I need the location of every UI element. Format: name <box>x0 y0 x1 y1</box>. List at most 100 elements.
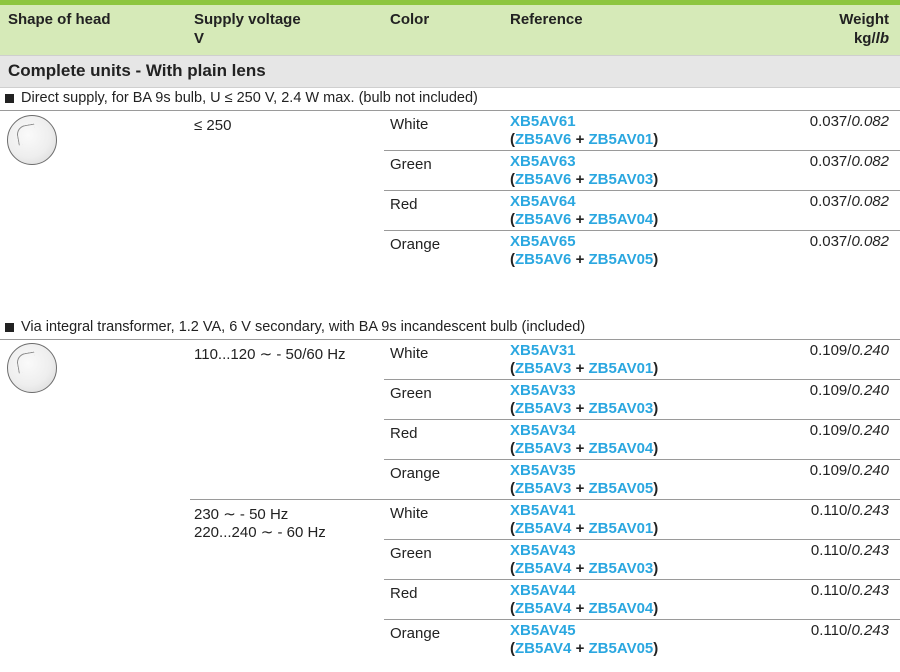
weight-cell: 0.109/0.240 <box>810 462 889 480</box>
weight-kg: 0.037/ <box>809 193 852 210</box>
reference-components: (ZB5AV3 + ZB5AV03) <box>510 400 658 418</box>
component-body-link[interactable]: ZB5AV03 <box>589 171 654 188</box>
plus-sign: + <box>571 560 589 577</box>
reference-link[interactable]: XB5AV61 <box>510 113 658 131</box>
component-body-link[interactable]: ZB5AV04 <box>589 211 654 228</box>
weight-lb: 0.240 <box>851 422 889 439</box>
weight-kg: 0.110/ <box>810 542 852 559</box>
lens-highlight <box>15 123 38 146</box>
paren-close: ) <box>653 360 659 377</box>
component-head-link[interactable]: ZB5AV4 <box>515 600 571 617</box>
reference-cell: XB5AV41 (ZB5AV4 + ZB5AV01) <box>510 502 658 538</box>
component-head-link[interactable]: ZB5AV6 <box>515 131 571 148</box>
header-weight-label: Weight <box>839 11 889 28</box>
color-cell: Green <box>390 545 432 562</box>
table-header: Shape of head Supply voltage V Color Ref… <box>0 5 900 57</box>
weight-lb: 0.240 <box>851 342 889 359</box>
component-head-link[interactable]: ZB5AV6 <box>515 251 571 268</box>
component-body-link[interactable]: ZB5AV01 <box>589 360 654 377</box>
color-cell: Red <box>390 425 418 442</box>
paren-close: ) <box>653 171 659 188</box>
color-cell: White <box>390 116 429 133</box>
component-body-link[interactable]: ZB5AV05 <box>589 640 654 657</box>
row-divider <box>384 419 900 420</box>
row-divider <box>384 230 900 231</box>
component-body-link[interactable]: ZB5AV04 <box>589 440 654 457</box>
component-body-link[interactable]: ZB5AV03 <box>589 400 654 417</box>
reference-link[interactable]: XB5AV31 <box>510 342 658 360</box>
reference-link[interactable]: XB5AV33 <box>510 382 658 400</box>
component-head-link[interactable]: ZB5AV3 <box>515 360 571 377</box>
supply-voltage: 230 ∼ - 50 Hz <box>194 506 289 523</box>
paren-close: ) <box>653 640 659 657</box>
component-head-link[interactable]: ZB5AV3 <box>515 480 571 497</box>
reference-cell: XB5AV61 (ZB5AV6 + ZB5AV01) <box>510 113 658 149</box>
color-cell: Orange <box>390 465 441 482</box>
plus-sign: + <box>571 440 589 457</box>
reference-link[interactable]: XB5AV35 <box>510 462 658 480</box>
weight-cell: 0.037/0.082 <box>810 153 889 171</box>
color-cell: Green <box>390 156 432 173</box>
reference-link[interactable]: XB5AV34 <box>510 422 658 440</box>
supply-voltage: ≤ 250 <box>194 117 232 134</box>
supply-voltage: 110...120 ∼ - 50/60 Hz <box>194 346 346 363</box>
header-weight-unit: kg/lb <box>839 29 889 48</box>
weight-cell: 0.109/0.240 <box>810 342 889 360</box>
row-divider <box>384 190 900 191</box>
reference-components: (ZB5AV3 + ZB5AV01) <box>510 360 658 378</box>
reference-cell: XB5AV63 (ZB5AV6 + ZB5AV03) <box>510 153 658 189</box>
row-divider <box>384 619 900 620</box>
reference-link[interactable]: XB5AV64 <box>510 193 658 211</box>
weight-cell: 0.110/0.243 <box>811 502 889 520</box>
reference-link[interactable]: XB5AV41 <box>510 502 658 520</box>
reference-link[interactable]: XB5AV45 <box>510 622 658 640</box>
reference-cell: XB5AV45 (ZB5AV4 + ZB5AV05) <box>510 622 658 658</box>
row-divider <box>384 579 900 580</box>
color-cell: Red <box>390 585 418 602</box>
paren-close: ) <box>653 600 659 617</box>
component-body-link[interactable]: ZB5AV01 <box>589 520 654 537</box>
weight-lb: 0.240 <box>851 382 889 399</box>
weight-kg: 0.109/ <box>809 382 852 399</box>
component-head-link[interactable]: ZB5AV6 <box>515 171 571 188</box>
component-body-link[interactable]: ZB5AV04 <box>589 600 654 617</box>
reference-cell: XB5AV31 (ZB5AV3 + ZB5AV01) <box>510 342 658 378</box>
group-heading-text: Via integral transformer, 1.2 VA, 6 V se… <box>21 319 586 335</box>
paren-close: ) <box>653 131 659 148</box>
component-head-link[interactable]: ZB5AV3 <box>515 440 571 457</box>
component-head-link[interactable]: ZB5AV4 <box>515 520 571 537</box>
weight-lb: 0.243 <box>851 542 889 559</box>
bullet-square-icon <box>5 323 14 332</box>
header-voltage-unit: V <box>194 30 205 47</box>
weight-kg: 0.110/ <box>810 502 852 519</box>
section-title: Complete units - With plain lens <box>8 61 266 80</box>
header-voltage-label: Supply voltage <box>194 11 301 28</box>
row-divider <box>384 459 900 460</box>
reference-link[interactable]: XB5AV65 <box>510 233 658 251</box>
bullet-square-icon <box>5 94 14 103</box>
component-body-link[interactable]: ZB5AV05 <box>589 480 654 497</box>
component-head-link[interactable]: ZB5AV6 <box>515 211 571 228</box>
component-body-link[interactable]: ZB5AV05 <box>589 251 654 268</box>
header-color: Color <box>390 11 430 28</box>
weight-kg: 0.037/ <box>809 153 852 170</box>
weight-lb: 0.082 <box>851 193 889 210</box>
color-cell: White <box>390 345 429 362</box>
reference-components: (ZB5AV6 + ZB5AV05) <box>510 251 658 269</box>
component-head-link[interactable]: ZB5AV4 <box>515 560 571 577</box>
row-divider <box>384 150 900 151</box>
reference-link[interactable]: XB5AV43 <box>510 542 658 560</box>
weight-kg: 0.109/ <box>809 422 852 439</box>
header-weight-unit-kg: kg/ <box>853 30 876 47</box>
weight-cell: 0.037/0.082 <box>810 113 889 131</box>
plus-sign: + <box>571 640 589 657</box>
component-head-link[interactable]: ZB5AV4 <box>515 640 571 657</box>
component-head-link[interactable]: ZB5AV3 <box>515 400 571 417</box>
reference-link[interactable]: XB5AV44 <box>510 582 658 600</box>
reference-link[interactable]: XB5AV63 <box>510 153 658 171</box>
component-body-link[interactable]: ZB5AV03 <box>589 560 654 577</box>
component-body-link[interactable]: ZB5AV01 <box>589 131 654 148</box>
plus-sign: + <box>571 600 589 617</box>
color-cell: Orange <box>390 625 441 642</box>
group-heading: Direct supply, for BA 9s bulb, U ≤ 250 V… <box>0 87 900 111</box>
